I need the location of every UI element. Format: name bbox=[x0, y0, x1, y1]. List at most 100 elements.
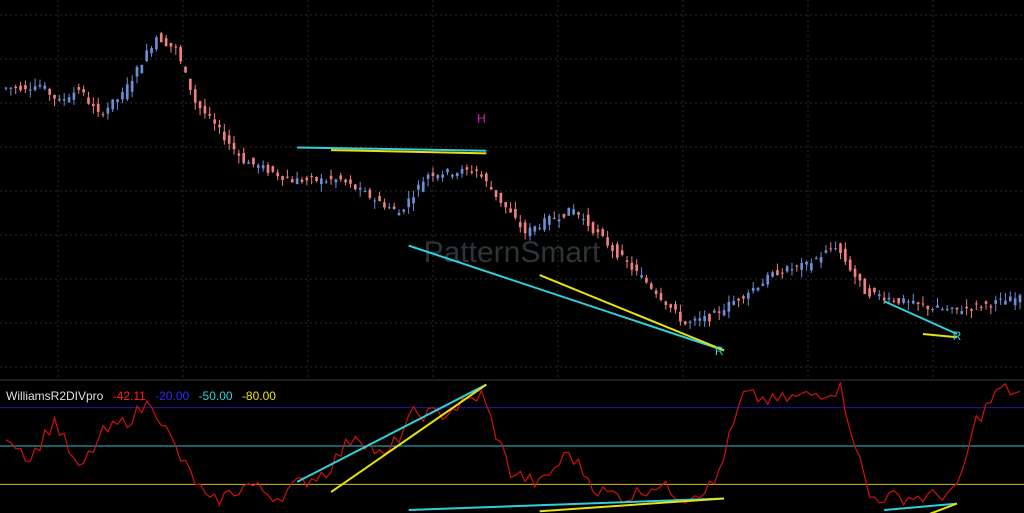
watermark-text: PatternSmart bbox=[424, 236, 601, 269]
candle-body bbox=[907, 301, 910, 303]
candle-body bbox=[460, 168, 464, 174]
candle-body bbox=[630, 262, 634, 270]
candle[interactable] bbox=[179, 44, 182, 65]
candle[interactable] bbox=[184, 66, 187, 73]
candle-body bbox=[58, 98, 61, 101]
candle-body bbox=[62, 99, 66, 101]
candle-body bbox=[717, 311, 721, 313]
candle-body bbox=[780, 272, 784, 274]
chart-root[interactable]: PatternSmart H R R WilliamsR2DIVpro -42.11… bbox=[0, 0, 1024, 513]
candle-body bbox=[950, 307, 954, 309]
candle-body bbox=[829, 248, 833, 250]
candle-body bbox=[979, 306, 983, 308]
candle-body bbox=[218, 124, 221, 128]
candle-body bbox=[703, 316, 706, 322]
candle-body bbox=[577, 212, 580, 215]
candle-body bbox=[237, 153, 241, 156]
candle-body bbox=[722, 310, 726, 316]
candle-body bbox=[38, 84, 42, 87]
candle-body bbox=[339, 175, 343, 180]
candle-body bbox=[213, 119, 216, 124]
candle-body bbox=[596, 229, 600, 233]
candle-body bbox=[397, 213, 401, 216]
candle-body bbox=[751, 288, 755, 291]
candle-body bbox=[509, 208, 512, 213]
candle-body bbox=[189, 78, 192, 91]
candle-body bbox=[552, 218, 556, 220]
candle-body bbox=[674, 304, 677, 310]
candle[interactable] bbox=[159, 31, 163, 43]
candle-body bbox=[504, 202, 508, 208]
candle-body bbox=[926, 305, 930, 310]
candle-body bbox=[640, 275, 643, 278]
candle-body bbox=[378, 195, 381, 202]
candle-body bbox=[601, 229, 605, 237]
candle-body bbox=[911, 300, 915, 304]
candle[interactable] bbox=[140, 64, 144, 74]
candle-body bbox=[848, 259, 852, 271]
candle-body bbox=[446, 168, 449, 173]
candle-body bbox=[761, 283, 765, 286]
candle-body bbox=[897, 298, 901, 304]
candle-body bbox=[48, 88, 51, 95]
candle-body bbox=[776, 270, 779, 276]
candle-body bbox=[431, 172, 435, 177]
chart-svg[interactable]: PatternSmart H R R bbox=[0, 0, 1024, 513]
candle-body bbox=[523, 222, 527, 234]
candle[interactable] bbox=[155, 35, 158, 52]
candle-body bbox=[53, 95, 56, 99]
candle-body bbox=[582, 218, 585, 220]
candle-body bbox=[868, 288, 871, 297]
candle-body bbox=[785, 266, 789, 272]
candle-body bbox=[727, 301, 731, 312]
candle-body bbox=[67, 97, 71, 103]
candle-body bbox=[72, 92, 76, 100]
candle-body bbox=[1018, 295, 1022, 303]
candle-body bbox=[960, 311, 964, 314]
candle-body bbox=[790, 269, 794, 271]
candle-body bbox=[562, 213, 566, 218]
candle[interactable] bbox=[567, 207, 571, 216]
candle-body bbox=[33, 86, 37, 91]
candle-body bbox=[1013, 298, 1017, 306]
candle-body bbox=[145, 50, 149, 62]
candle-body bbox=[232, 142, 236, 150]
candle-body bbox=[756, 287, 760, 291]
candle[interactable] bbox=[615, 241, 619, 261]
candle-body bbox=[664, 301, 668, 306]
candle-body bbox=[853, 268, 857, 277]
candle-body bbox=[256, 165, 260, 168]
pattern-marker-r: R bbox=[715, 344, 724, 358]
pattern-marker-r: R bbox=[953, 329, 962, 343]
candle-body bbox=[611, 245, 614, 251]
candle-body bbox=[470, 171, 474, 173]
candle[interactable] bbox=[863, 277, 867, 295]
candle-body bbox=[281, 176, 284, 180]
candle-body bbox=[4, 87, 8, 89]
candle-body bbox=[24, 85, 27, 90]
candle-body bbox=[436, 174, 440, 179]
candle-body bbox=[902, 298, 905, 304]
candle-body bbox=[688, 321, 692, 323]
candle-body bbox=[839, 243, 842, 253]
candle-body bbox=[873, 288, 876, 293]
indicator-level1: -20.00 bbox=[155, 389, 190, 403]
candle-body bbox=[19, 85, 22, 91]
candle-body bbox=[931, 308, 934, 310]
candle-body bbox=[645, 277, 648, 283]
candle-body bbox=[412, 197, 415, 204]
candle-body bbox=[344, 179, 347, 183]
candle-body bbox=[77, 87, 81, 90]
candle-body bbox=[373, 200, 377, 202]
candle-body bbox=[683, 321, 687, 325]
candle-body bbox=[121, 92, 124, 100]
candle-body bbox=[150, 48, 153, 54]
candle-body bbox=[82, 89, 85, 93]
candle-body bbox=[140, 65, 144, 74]
candle-body bbox=[353, 184, 357, 190]
candle-body bbox=[669, 304, 673, 308]
candle-body bbox=[441, 174, 444, 178]
indicator-name: WilliamsR2DIVpro bbox=[6, 389, 104, 403]
candle-body bbox=[654, 290, 658, 295]
candle-body bbox=[387, 207, 391, 209]
